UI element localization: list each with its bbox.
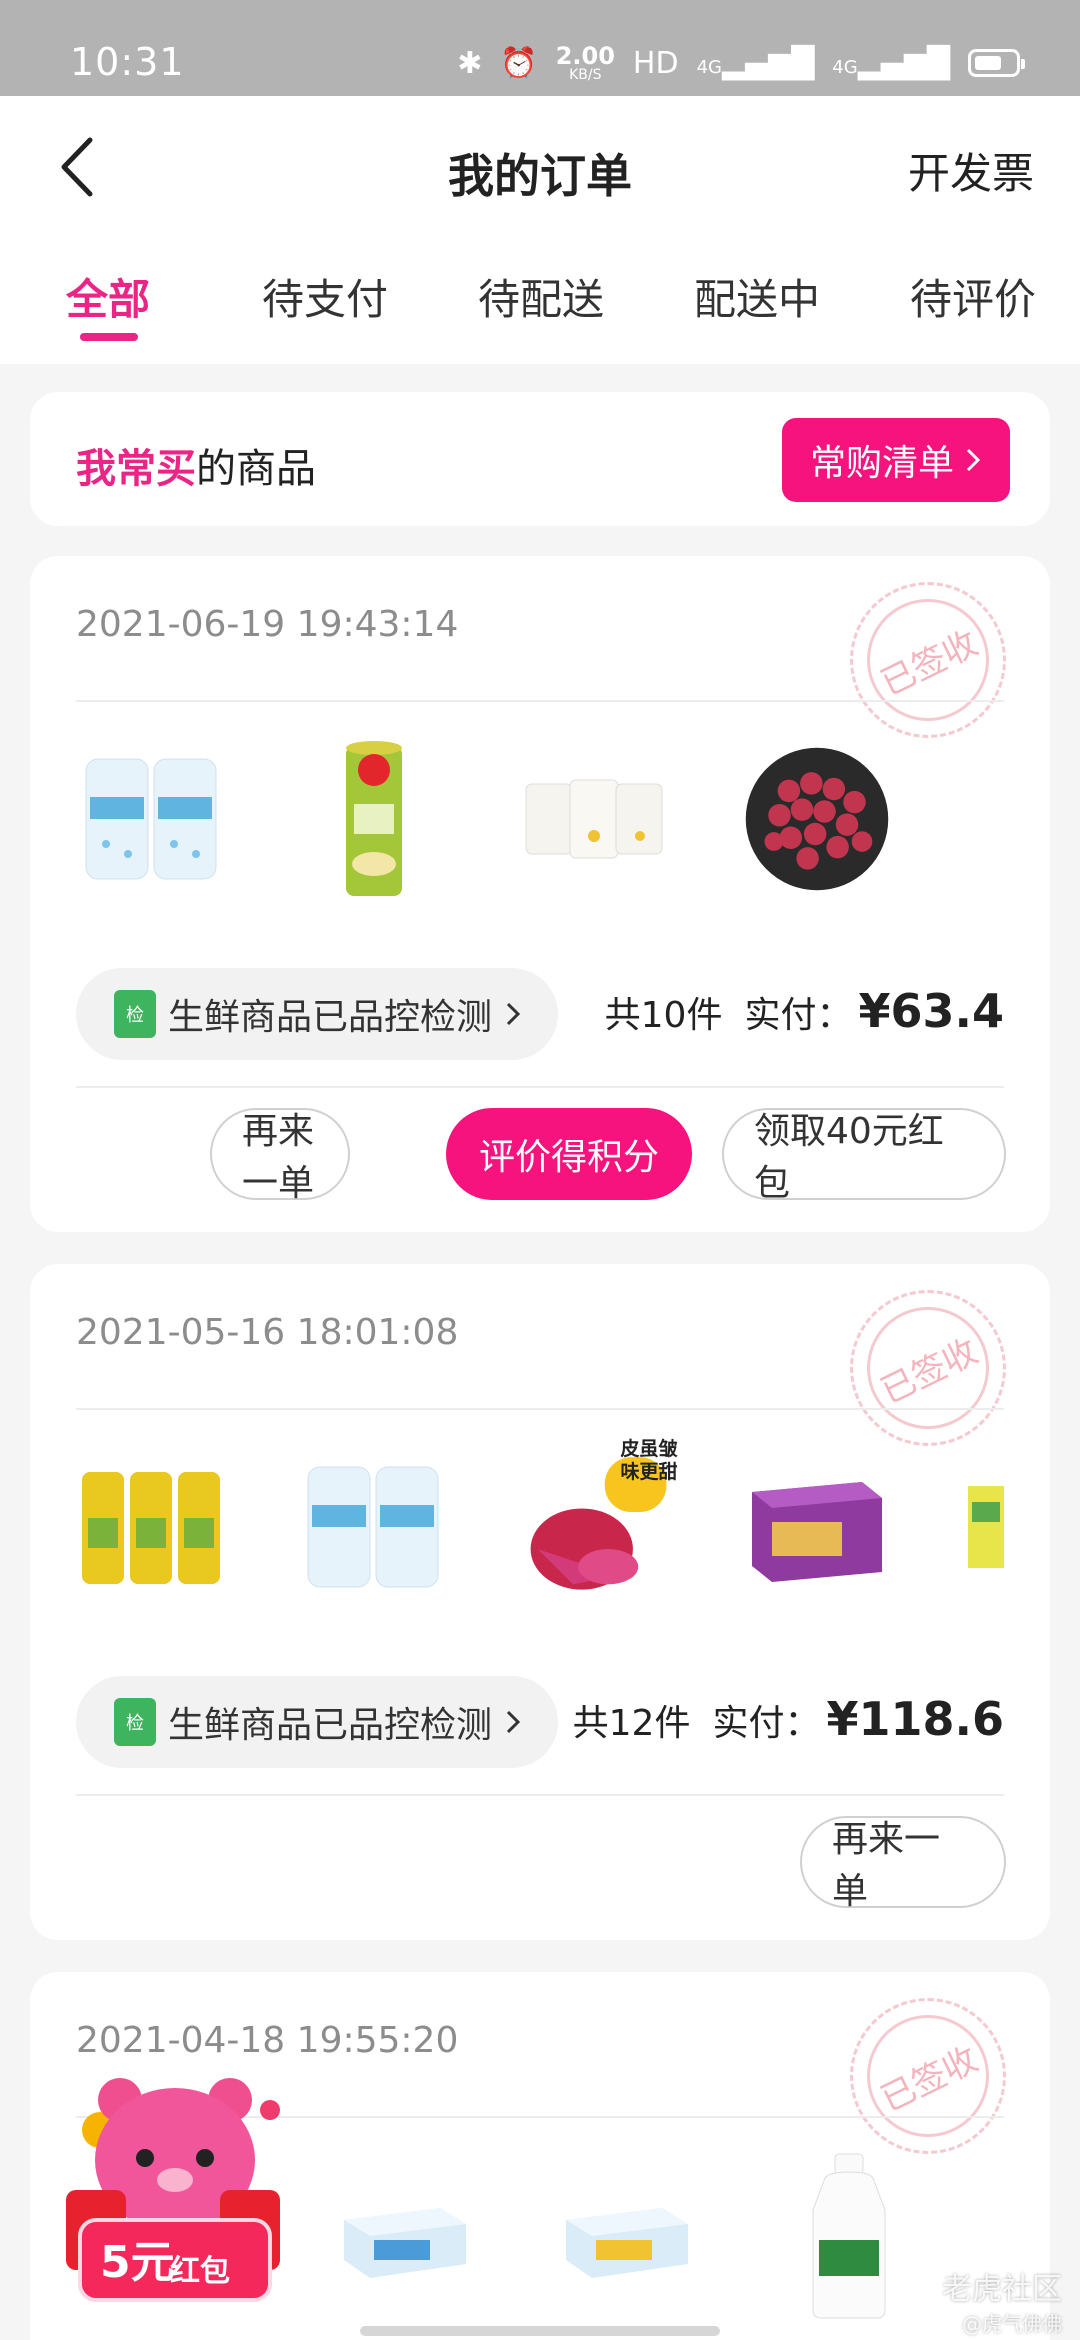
product-juice-box xyxy=(964,1432,1004,1622)
inspection-badge[interactable]: 检 生鲜商品已品控检测 xyxy=(76,968,559,1060)
red-packet-label: 红包 xyxy=(170,2254,230,2289)
inspection-text: 生鲜商品已品控检测 xyxy=(168,997,493,1038)
order-card[interactable]: 2021-05-16 18:01:08 已签收 皮虽皱味更甜 检 生鲜商品已品控… xyxy=(30,1264,1050,1940)
divider xyxy=(76,700,1004,702)
status-time: 10:31 xyxy=(70,40,185,84)
tab-pending-review[interactable]: 待评价 xyxy=(910,266,1036,327)
product-red-grapes xyxy=(742,724,892,914)
review-points-button[interactable]: 评价得积分 xyxy=(446,1108,692,1200)
reorder-button[interactable]: 再来一单 xyxy=(210,1108,350,1204)
status-icons: ✱ ⏰ 2.00 KB/S HD 4G▂▄▆█ 4G▂▄▆█ xyxy=(457,42,1025,83)
bluetooth-icon: ✱ xyxy=(457,45,483,81)
signed-stamp: 已签收 xyxy=(850,1998,1006,2154)
inspection-icon: 检 xyxy=(114,990,156,1038)
red-packet-amount: 5元 xyxy=(100,2237,175,2288)
signal-icon-2: 4G▂▄▆█ xyxy=(832,45,950,81)
product-milk-bottle xyxy=(774,2140,924,2330)
order-summary: 共10件 实付： ¥63.4 xyxy=(605,984,1004,1038)
status-bar: 10:31 ✱ ⏰ 2.00 KB/S HD 4G▂▄▆█ 4G▂▄▆█ xyxy=(0,0,1080,96)
divider xyxy=(76,1408,1004,1410)
claim-red-packet-button[interactable]: 领取40元红包 xyxy=(722,1108,1006,1204)
signal-icon-1: 4G▂▄▆█ xyxy=(696,45,815,81)
order-card[interactable]: 2021-06-19 19:43:14 已签收 检 生鲜商品已品控检测 共10件… xyxy=(30,556,1050,1232)
tab-pending-payment[interactable]: 待支付 xyxy=(262,266,388,327)
item-count: 共12件 xyxy=(572,1703,691,1744)
product-lays-chips-tube xyxy=(298,724,448,914)
signed-stamp: 已签收 xyxy=(850,1290,1006,1446)
paid-label: 实付： xyxy=(712,1703,821,1744)
chevron-right-icon xyxy=(506,1002,521,1026)
order-tabs: 全部 待支付 待配送 配送中 待评价 xyxy=(0,236,1080,364)
active-tab-indicator xyxy=(80,333,138,341)
tab-pending-delivery[interactable]: 待配送 xyxy=(478,266,604,327)
order-price: ¥63.4 xyxy=(858,984,1004,1038)
divider xyxy=(76,1086,1004,1088)
product-yogurt-pack xyxy=(552,2140,702,2330)
order-date: 2021-06-19 19:43:14 xyxy=(76,604,459,645)
order-date: 2021-05-16 18:01:08 xyxy=(76,1312,459,1353)
chevron-right-icon xyxy=(966,448,981,472)
product-thumbnails[interactable] xyxy=(76,724,1050,914)
item-count: 共10件 xyxy=(604,995,723,1036)
frequent-items-label: 我常买的商品 xyxy=(76,446,316,492)
order-price: ¥118.6 xyxy=(826,1692,1004,1746)
hd-icon: HD xyxy=(632,45,679,81)
inspection-icon: 检 xyxy=(114,1698,156,1746)
invoice-button[interactable]: 开发票 xyxy=(908,140,1034,201)
watermark: 老虎社区 @虎气佛佛 xyxy=(942,2272,1062,2336)
network-speed: 2.00 KB/S xyxy=(555,42,615,83)
signed-stamp: 已签收 xyxy=(850,582,1006,738)
product-thumbnails[interactable]: 皮虽皱味更甜 xyxy=(76,1432,1050,1622)
reorder-button[interactable]: 再来一单 xyxy=(800,1816,1006,1912)
paid-label: 实付： xyxy=(744,995,853,1036)
chevron-right-icon xyxy=(506,1710,521,1734)
nav-header: 我的订单 开发票 xyxy=(0,96,1080,236)
product-ice-cream-box xyxy=(742,1432,892,1622)
order-date: 2021-04-18 19:55:20 xyxy=(76,2020,459,2061)
product-yogurt-drink-cans xyxy=(76,724,226,914)
product-dragon-fruit: 皮虽皱味更甜 xyxy=(520,1432,678,1622)
inspection-badge[interactable]: 检 生鲜商品已品控检测 xyxy=(76,1676,559,1768)
product-yogurt-pack xyxy=(330,2140,480,2330)
tab-in-delivery[interactable]: 配送中 xyxy=(694,266,820,327)
frequent-list-button[interactable]: 常购清单 xyxy=(781,418,1010,502)
divider xyxy=(76,1794,1004,1796)
product-yogurt-drink-cans xyxy=(298,1432,448,1622)
order-summary: 共12件 实付： ¥118.6 xyxy=(573,1692,1004,1746)
product-pineapple-beer-cans xyxy=(76,1432,226,1622)
product-yogurt-cups xyxy=(520,724,670,914)
alarm-icon: ⏰ xyxy=(500,45,538,81)
floating-red-packet[interactable]: 5元 红包 xyxy=(60,2070,290,2310)
inspection-text: 生鲜商品已品控检测 xyxy=(168,1705,493,1746)
product-badge: 皮虽皱味更甜 xyxy=(620,1438,678,1483)
tab-all[interactable]: 全部 xyxy=(66,266,150,327)
home-indicator[interactable] xyxy=(360,2326,720,2336)
battery-icon xyxy=(968,49,1025,77)
frequent-items-card[interactable]: 我常买的商品 常购清单 xyxy=(30,392,1050,526)
